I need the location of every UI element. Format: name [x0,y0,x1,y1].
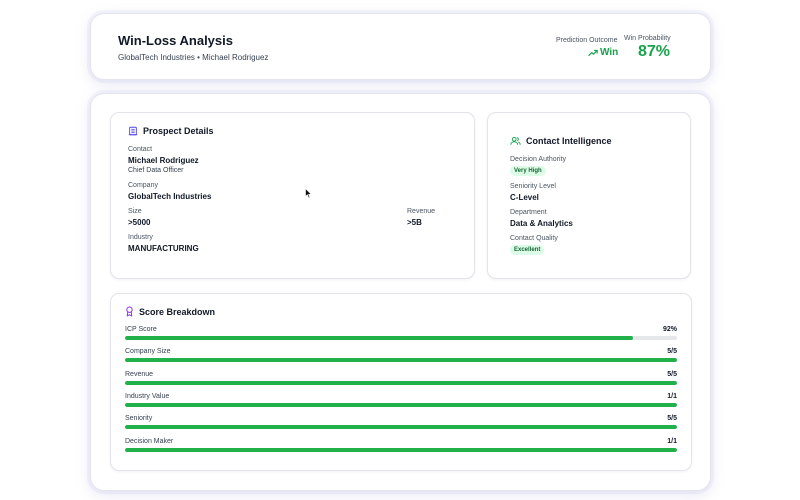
prediction-outcome-value: Win [600,47,619,58]
contact-quality-label: Contact Quality [510,235,558,242]
contact-quality-badge: Excellent [510,245,545,255]
score-breakdown-header: Score Breakdown [125,306,215,317]
award-icon [126,306,133,317]
prospect-details-title: Prospect Details [143,126,214,136]
score-bar-fill [125,448,677,452]
score-breakdown-panel: Score Breakdown ICP Score 92% Company Si… [110,293,692,471]
seniority-level-label: Seniority Level [510,183,556,190]
size-label: Size [128,208,142,215]
revenue-value: >5B [407,218,422,227]
prediction-outcome: Win [588,47,618,58]
prospect-details-header: Prospect Details [128,126,214,136]
contact-role: Chief Data Officer [128,167,184,174]
users-icon [510,136,521,145]
score-value: 1/1 [667,438,677,445]
score-value: 5/5 [667,415,677,422]
building-icon [128,126,138,136]
score-breakdown-title: Score Breakdown [139,306,216,317]
score-label: ICP Score [125,326,157,333]
prediction-outcome-label: Prediction Outcome [556,37,618,44]
trending-up-icon [588,49,598,56]
score-row-decision-maker: Decision Maker 1/1 [125,438,677,456]
score-row-revenue: Revenue 5/5 [125,371,677,389]
score-track [125,403,677,407]
mouse-cursor-icon [305,188,312,199]
size-value: >5000 [128,218,151,227]
win-probability-label: Win Probability [624,35,671,42]
score-label: Decision Maker [125,438,174,445]
score-bar-fill [125,425,677,429]
decision-authority-badge: Very High [510,166,546,176]
industry-value: MANUFACTURING [128,244,199,253]
score-value: 5/5 [667,371,677,378]
score-value: 92% [662,326,677,333]
score-label: Seniority [125,415,153,422]
header-card: Win-Loss Analysis GlobalTech Industries … [90,13,711,80]
score-track [125,336,677,340]
win-probability-value: 87% [638,43,671,60]
page-title: Win-Loss Analysis [118,33,233,48]
contact-intelligence-panel: Contact Intelligence Decision Authority … [487,112,691,279]
score-bar-fill [125,336,633,340]
main-card: Prospect Details Contact Michael Rodrigu… [90,93,711,491]
decision-authority-label: Decision Authority [510,156,567,163]
score-label: Industry Value [125,393,170,400]
department-value: Data & Analytics [510,219,573,228]
contact-label: Contact [128,146,153,153]
score-track [125,425,677,429]
page-subtitle: GlobalTech Industries • Michael Rodrigue… [118,53,269,62]
company-name: GlobalTech Industries [128,192,212,201]
score-bar-fill [125,381,677,385]
department-label: Department [510,209,547,216]
prospect-details-panel: Prospect Details Contact Michael Rodrigu… [110,112,475,279]
contact-name: Michael Rodriguez [128,156,199,165]
score-track [125,381,677,385]
score-label: Company Size [125,348,171,355]
score-track [125,358,677,362]
company-label: Company [128,182,158,189]
industry-label: Industry [128,234,153,241]
contact-intelligence-header: Contact Intelligence [510,136,612,146]
score-label: Revenue [125,371,154,378]
score-bar-fill [125,403,677,407]
score-value: 5/5 [667,348,677,355]
score-row-company-size: Company Size 5/5 [125,348,677,366]
score-row-seniority: Seniority 5/5 [125,415,677,433]
contact-intelligence-title: Contact Intelligence [526,136,612,146]
score-row-industry-value: Industry Value 1/1 [125,393,677,411]
score-track [125,448,677,452]
score-row-icp: ICP Score 92% [125,326,677,344]
seniority-level-value: C-Level [510,193,539,202]
revenue-label: Revenue [407,208,436,215]
score-bar-fill [125,358,677,362]
score-value: 1/1 [667,393,677,400]
